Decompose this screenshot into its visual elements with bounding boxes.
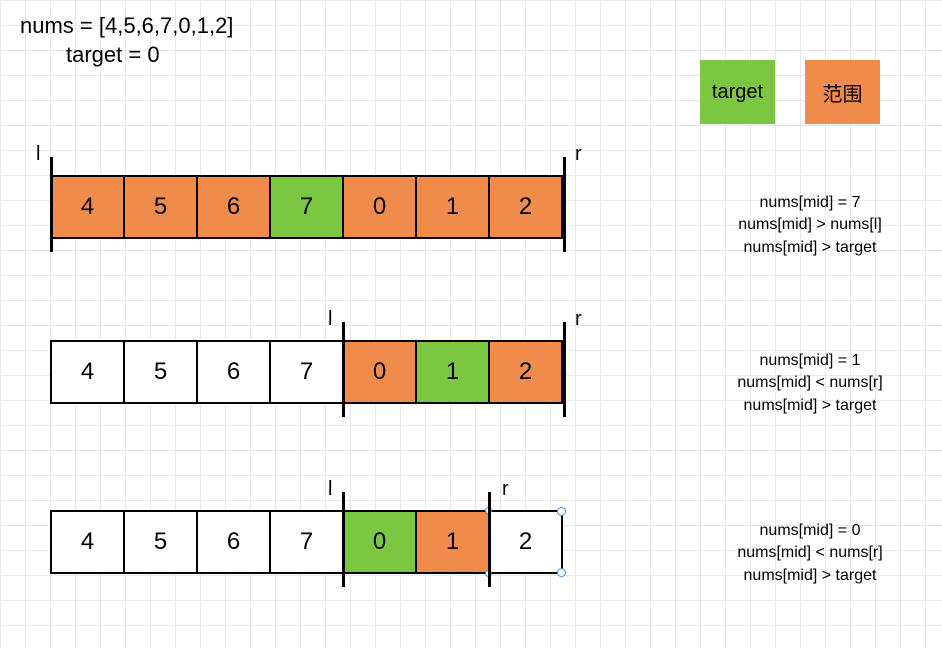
legend-range: 范围 — [805, 60, 880, 124]
r-marker — [563, 157, 566, 252]
annotation-line: nums[mid] > target — [720, 395, 900, 417]
array-cell: 7 — [269, 340, 344, 404]
array-cell: 0 — [342, 340, 417, 404]
array-row: 4567012lr — [50, 340, 563, 404]
array-cell: 7 — [269, 510, 344, 574]
array-cell: 0 — [342, 510, 417, 574]
r-label: r — [575, 143, 582, 166]
l-label: l — [328, 478, 332, 501]
array-cell: 1 — [415, 340, 490, 404]
annotation-line: nums[mid] < nums[r] — [720, 542, 900, 564]
annotation-line: nums[mid] = 0 — [720, 520, 900, 542]
array-cell: 6 — [196, 510, 271, 574]
array-cell: 2 — [488, 175, 563, 239]
legend: target 范围 — [700, 60, 880, 124]
step-annotation: nums[mid] = 1nums[mid] < nums[r]nums[mid… — [720, 350, 900, 417]
r-marker — [563, 322, 566, 417]
l-marker — [50, 157, 53, 252]
step-annotation: nums[mid] = 0nums[mid] < nums[r]nums[mid… — [720, 520, 900, 587]
r-label: r — [575, 308, 582, 331]
array-cell: 4 — [50, 510, 125, 574]
array-cell: 5 — [123, 340, 198, 404]
array-cell: 1 — [415, 510, 490, 574]
l-label: l — [328, 308, 332, 331]
array-cell: 1 — [415, 175, 490, 239]
r-marker — [488, 492, 491, 587]
array-row: 4567012lr — [50, 175, 563, 239]
annotation-line: nums[mid] > nums[l] — [720, 214, 900, 236]
nums-line: nums = [4,5,6,7,0,1,2] — [20, 12, 233, 41]
array-cell: 7 — [269, 175, 344, 239]
l-label: l — [36, 143, 40, 166]
legend-target: target — [700, 60, 775, 124]
array-cell: 2 — [488, 340, 563, 404]
array-cell: 6 — [196, 175, 271, 239]
array-cell: 4 — [50, 175, 125, 239]
array-cell: 4 — [50, 340, 125, 404]
problem-header: nums = [4,5,6,7,0,1,2] target = 0 — [20, 12, 233, 69]
target-line: target = 0 — [20, 41, 233, 70]
l-marker — [342, 492, 345, 587]
array-row: 4567012lr — [50, 510, 563, 574]
array-cell: 5 — [123, 175, 198, 239]
annotation-line: nums[mid] = 1 — [720, 350, 900, 372]
annotation-line: nums[mid] = 7 — [720, 192, 900, 214]
r-label: r — [502, 478, 509, 501]
annotation-line: nums[mid] > target — [720, 237, 900, 259]
annotation-line: nums[mid] < nums[r] — [720, 372, 900, 394]
array-cell: 5 — [123, 510, 198, 574]
l-marker — [342, 322, 345, 417]
step-annotation: nums[mid] = 7nums[mid] > nums[l]nums[mid… — [720, 192, 900, 259]
array-cell: 0 — [342, 175, 417, 239]
array-cell: 2 — [488, 510, 563, 574]
array-cell: 6 — [196, 340, 271, 404]
annotation-line: nums[mid] > target — [720, 565, 900, 587]
